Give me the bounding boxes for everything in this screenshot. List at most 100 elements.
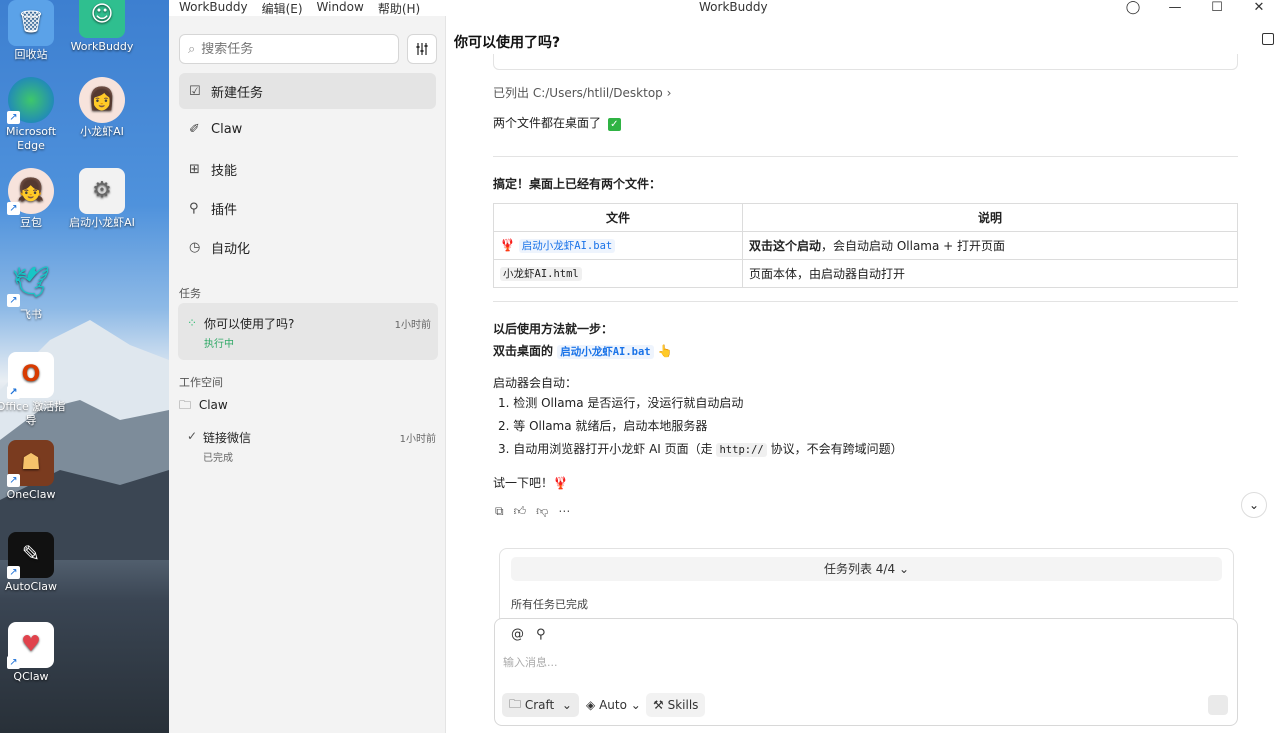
claw-icon: ✐ — [189, 121, 200, 137]
menu-window[interactable]: Window — [317, 0, 364, 17]
autoclaw-icon: ✎ ↗ — [7, 532, 54, 579]
desktop-icon-recycle[interactable]: 🗑 回收站 — [0, 0, 67, 62]
folder-icon: 🗀 — [509, 696, 522, 711]
table-header: 文件 — [493, 203, 743, 232]
table-cell: 页面本体，由启动器自动打开 — [742, 259, 1238, 288]
task-list-toggle[interactable]: 任务列表 4/4 ⌄ — [511, 557, 1222, 581]
sidebar: ⌕ ☑ 新建任务 ✐ Claw ⊞ 技能 ⚲ 插件 ◷ 自动化 任务 ⁘ 你可以使用了吗?… — [169, 16, 446, 733]
chevron-down-icon: ⌄ — [898, 562, 910, 576]
step-text: 自动用浏览器打开小龙虾 AI 页面（走 — [513, 442, 713, 456]
more-icon[interactable]: ⋯ — [558, 504, 570, 519]
window-title: WorkBuddy — [699, 0, 768, 14]
desktop-icon-label: QClaw — [13, 670, 49, 683]
paperclip-icon[interactable]: ⚲ — [536, 627, 546, 642]
send-button[interactable] — [1208, 695, 1228, 715]
divider — [493, 156, 1238, 157]
skills-label: Skills — [667, 698, 699, 712]
desktop-icon-autoclaw[interactable]: ✎ ↗ AutoClaw — [0, 532, 67, 594]
search-input[interactable] — [201, 41, 382, 57]
desktop-icon-launcher[interactable]: ⚙ 启动小龙虾AI — [66, 168, 138, 230]
collapsed-tool-card[interactable] — [493, 54, 1238, 70]
task-status: 执行中 — [204, 339, 234, 350]
grid-icon: ⊞ — [189, 161, 200, 177]
file-link[interactable]: 启动小龙虾AI.bat — [518, 239, 616, 253]
workspace-folder[interactable]: 🗀 Claw — [179, 396, 436, 417]
composer-tools: @ ⚲ — [511, 627, 546, 642]
account-icon[interactable]: ◯ — [1112, 0, 1154, 16]
desktop-icon-workbuddy[interactable]: ☺ WorkBuddy — [66, 0, 138, 54]
search-box[interactable]: ⌕ — [179, 34, 399, 64]
message-actions: ⧉ 👍︎ 👎︎ ⋯ — [495, 504, 570, 519]
task-time: 1小时前 — [394, 320, 431, 331]
desktop-icon-xiaolongxia[interactable]: 👩 小龙虾AI — [66, 77, 138, 139]
maximize-button[interactable]: ☐ — [1196, 0, 1238, 16]
task-title: 链接微信 — [203, 431, 252, 445]
both-files-line: 两个文件都在桌面了 ✓ — [493, 114, 621, 131]
minimize-button[interactable]: — — [1154, 0, 1196, 16]
recycle-bin-icon: 🗑 — [8, 0, 54, 46]
model-dropdown[interactable]: ◈ Auto ⌄ — [579, 693, 648, 717]
nav-new-task[interactable]: ☑ 新建任务 — [179, 73, 436, 109]
task-item-active[interactable]: ⁘ 你可以使用了吗? 1小时前 执行中 — [178, 303, 438, 360]
nav-label: 技能 — [211, 163, 238, 179]
desktop-icon-label: 回收站 — [14, 48, 48, 61]
panel-toggle-icon[interactable] — [1262, 33, 1274, 45]
desktop-icon-feishu[interactable]: 🕊 ↗ 飞书 — [0, 260, 67, 322]
list-item: 1. 检测 Ollama 是否运行，没运行就自动启动 — [498, 396, 744, 410]
nav-label: Claw — [211, 121, 243, 137]
desktop-icon-label: AutoClaw — [4, 580, 57, 593]
nav-claw[interactable]: ✐ Claw — [179, 111, 436, 147]
close-button[interactable]: ✕ — [1238, 0, 1280, 16]
desktop-icon-oneclaw[interactable]: ☗ ↗ OneClaw — [0, 440, 67, 502]
feishu-icon: 🕊 ↗ — [7, 260, 54, 307]
listed-path: C:/Users/htlil/Desktop — [532, 86, 663, 100]
at-icon[interactable]: @ — [511, 627, 524, 642]
desktop-icon-office[interactable]: O ↗ Office 激活指导 — [0, 352, 67, 428]
list-item: 3. 自动用浏览器打开小龙虾 AI 页面（走 http:// 协议，不会有跨域问… — [498, 442, 903, 457]
workspace-section-label: 工作空间 — [179, 376, 223, 389]
page-title: 你可以使用了吗? — [454, 35, 561, 51]
copy-icon[interactable]: ⧉ — [495, 504, 504, 519]
table-cell: 🦞 启动小龙虾AI.bat — [493, 231, 743, 260]
nav-label: 插件 — [211, 202, 238, 218]
task-status: 已完成 — [203, 453, 233, 464]
file-link[interactable]: 启动小龙虾AI.bat — [557, 345, 654, 359]
table-header: 说明 — [742, 203, 1238, 232]
done-heading: 搞定！桌面上已经有两个文件： — [493, 177, 662, 191]
task-list-status: 所有任务已完成 — [511, 598, 588, 611]
thumbs-down-icon[interactable]: 👎︎ — [536, 504, 548, 519]
workspace-name: Claw — [198, 398, 228, 412]
mode-dropdown[interactable]: 🗀 Craft ⌄ — [502, 693, 579, 717]
desktop-icon-edge[interactable]: ↗ Microsoft Edge — [0, 77, 67, 153]
files-table: 文件 说明 🦞 启动小龙虾AI.bat 双击这个启动，会自动启动 Ollama … — [493, 203, 1238, 288]
nav-automation[interactable]: ◷ 自动化 — [179, 229, 436, 265]
menu-workbuddy[interactable]: WorkBuddy — [179, 0, 248, 17]
qclaw-icon: ♥ ↗ — [7, 622, 54, 669]
desktop-icon-doubao[interactable]: 👧 ↗ 豆包 — [0, 168, 67, 230]
message-input[interactable]: 输入消息... — [503, 654, 1203, 670]
nav-skills[interactable]: ⊞ 技能 — [179, 151, 436, 187]
nav-label: 自动化 — [211, 241, 251, 257]
inline-code: http:// — [716, 443, 767, 457]
nav-plugins[interactable]: ⚲ 插件 — [179, 190, 436, 226]
task-list-label: 任务列表 4/4 — [823, 562, 896, 576]
clock-icon: ◷ — [189, 239, 201, 255]
filter-button[interactable] — [407, 34, 437, 64]
step-text: 等 Ollama 就绪后，启动本地服务器 — [513, 419, 708, 433]
desktop-icon-label: 豆包 — [20, 216, 42, 229]
menu-help[interactable]: 帮助(H) — [378, 0, 420, 17]
avatar-icon: 👩 — [79, 77, 125, 123]
edit-icon: ☑ — [189, 83, 201, 99]
office-icon: O ↗ — [7, 352, 54, 399]
chat-panel: 你可以使用了吗? 已列出 C:/Users/htlil/Desktop › 两个… — [446, 16, 1280, 733]
desktop-icon-qclaw[interactable]: ♥ ↗ QClaw — [0, 622, 67, 684]
menu-edit[interactable]: 编辑(E) — [262, 0, 303, 17]
scroll-down-button[interactable]: ⌄ — [1241, 492, 1267, 518]
desktop-icon-label: 启动小龙虾AI — [69, 216, 135, 229]
listed-dir-line[interactable]: 已列出 C:/Users/htlil/Desktop › — [493, 84, 671, 101]
thumbs-up-icon[interactable]: 👍︎ — [514, 504, 527, 519]
task-item-done[interactable]: ✓ 链接微信 1小时前 已完成 — [179, 429, 436, 469]
usage-prefix: 双击桌面的 — [493, 344, 554, 358]
menu-bar: WorkBuddy 编辑(E) Window 帮助(H) — [179, 0, 420, 17]
skills-button[interactable]: ⚒ Skills — [646, 693, 706, 717]
